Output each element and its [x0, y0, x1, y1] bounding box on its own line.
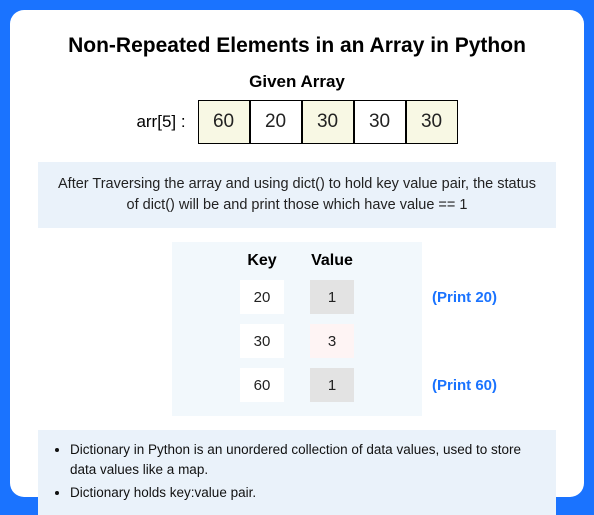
- dict-value-cell: 1: [310, 368, 354, 402]
- dict-row: 20 1 (Print 20): [172, 280, 422, 314]
- print-annotation: (Print 20): [432, 289, 497, 306]
- content-card: Non-Repeated Elements in an Array in Pyt…: [10, 10, 584, 497]
- dict-header-key: Key: [240, 252, 284, 270]
- array-cell: 60: [198, 100, 250, 144]
- given-array-heading: Given Array: [38, 72, 556, 92]
- array-cell: 20: [250, 100, 302, 144]
- dict-row: 60 1 (Print 60): [172, 368, 422, 402]
- note-item: Dictionary holds key:value pair.: [70, 483, 542, 503]
- array-cell: 30: [406, 100, 458, 144]
- array-cell: 30: [354, 100, 406, 144]
- array-row: arr[5] : 60 20 30 30 30: [38, 100, 556, 144]
- dict-key-cell: 60: [240, 368, 284, 402]
- print-annotation: (Print 60): [432, 377, 497, 394]
- dict-table-wrap: Key Value 20 1 (Print 20) 30 3 60 1 (Pri…: [38, 242, 556, 430]
- note-item: Dictionary in Python is an unordered col…: [70, 440, 542, 481]
- array-cell: 30: [302, 100, 354, 144]
- notes-box: Dictionary in Python is an unordered col…: [38, 430, 556, 515]
- dict-value-cell: 1: [310, 280, 354, 314]
- notes-list: Dictionary in Python is an unordered col…: [52, 440, 542, 503]
- dict-row: 30 3: [172, 324, 422, 358]
- dict-value-cell: 3: [310, 324, 354, 358]
- page-title: Non-Repeated Elements in an Array in Pyt…: [38, 34, 556, 58]
- dict-table: Key Value 20 1 (Print 20) 30 3 60 1 (Pri…: [172, 242, 422, 416]
- dict-header: Key Value: [240, 252, 354, 270]
- dict-key-cell: 20: [240, 280, 284, 314]
- dict-header-value: Value: [310, 252, 354, 270]
- array-label: arr[5] :: [136, 112, 185, 132]
- dict-key-cell: 30: [240, 324, 284, 358]
- explanation-box: After Traversing the array and using dic…: [38, 162, 556, 228]
- array-cells: 60 20 30 30 30: [198, 100, 458, 144]
